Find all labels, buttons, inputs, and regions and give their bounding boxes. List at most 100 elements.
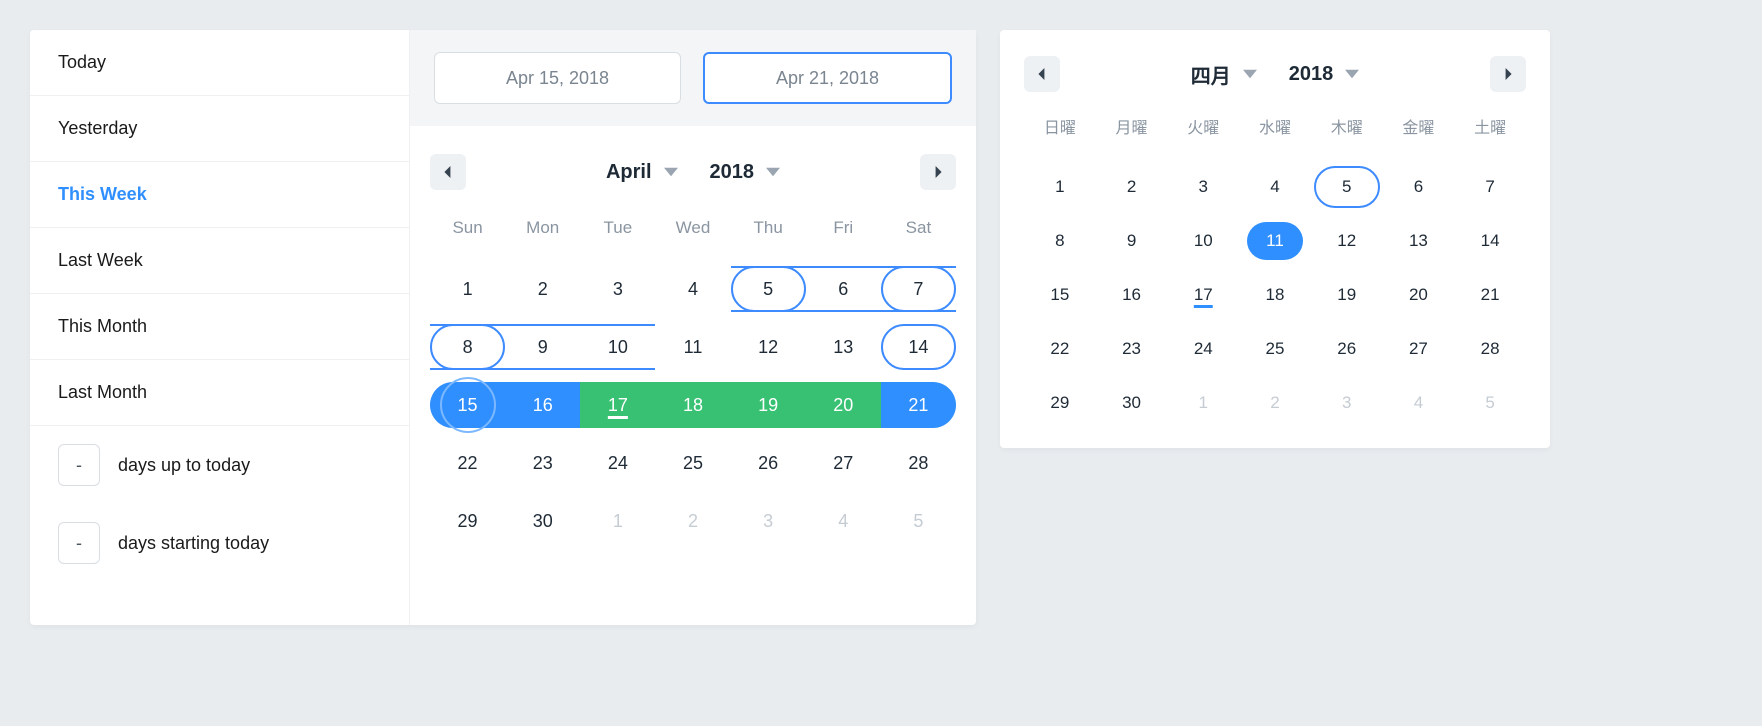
day-cell[interactable]: 29 xyxy=(1024,376,1096,430)
day-cell[interactable]: 1 xyxy=(1167,376,1239,430)
day-cell[interactable]: 27 xyxy=(806,434,881,492)
dow-header: Fri xyxy=(806,218,881,260)
day-cell[interactable]: 14 xyxy=(1454,214,1526,268)
day-cell[interactable]: 26 xyxy=(731,434,806,492)
day-cell[interactable]: 21 xyxy=(1454,268,1526,322)
day-cell[interactable]: 6 xyxy=(1383,160,1455,214)
year-select[interactable]: 2018 xyxy=(1289,63,1360,86)
day-cell[interactable]: 3 xyxy=(1311,376,1383,430)
month-label: April xyxy=(606,161,652,184)
day-cell[interactable]: 25 xyxy=(655,434,730,492)
day-cell[interactable]: 29 xyxy=(430,492,505,550)
day-cell[interactable]: 18 xyxy=(1239,268,1311,322)
prev-month-button[interactable] xyxy=(1024,56,1060,92)
day-cell[interactable]: 4 xyxy=(655,260,730,318)
chevron-right-icon xyxy=(932,166,944,178)
calendar-grid: Sun Mon Tue Wed Thu Fri Sat 1 2 3 4 5 6 … xyxy=(430,218,956,550)
month-select[interactable]: April xyxy=(606,161,678,184)
day-cell[interactable]: 3 xyxy=(731,492,806,550)
day-cell[interactable]: 20 xyxy=(806,376,881,434)
day-cell-range-end[interactable]: 21 xyxy=(881,376,956,434)
day-cell[interactable]: 3 xyxy=(1167,160,1239,214)
next-month-button[interactable] xyxy=(1490,56,1526,92)
day-cell[interactable]: 30 xyxy=(505,492,580,550)
prev-month-button[interactable] xyxy=(430,154,466,190)
preset-days-starting-today: - days starting today xyxy=(30,504,409,582)
day-cell[interactable]: 10 xyxy=(580,318,655,376)
start-date-input[interactable]: Apr 15, 2018 xyxy=(434,52,681,104)
day-cell[interactable]: 12 xyxy=(731,318,806,376)
preset-last-month[interactable]: Last Month xyxy=(30,360,409,426)
day-cell[interactable]: 26 xyxy=(1311,322,1383,376)
dow-header: Mon xyxy=(505,218,580,260)
chevron-left-icon xyxy=(442,166,454,178)
dow-header: 木曜 xyxy=(1311,114,1383,160)
day-cell[interactable]: 6 xyxy=(806,260,881,318)
day-cell[interactable]: 25 xyxy=(1239,322,1311,376)
day-cell-today[interactable]: 17 xyxy=(580,376,655,434)
month-select[interactable]: 四月 xyxy=(1191,60,1257,89)
day-cell[interactable]: 23 xyxy=(1096,322,1168,376)
day-cell-selected[interactable]: 11 xyxy=(1239,214,1311,268)
day-cell[interactable]: 19 xyxy=(731,376,806,434)
day-cell[interactable]: 3 xyxy=(580,260,655,318)
day-cell[interactable]: 20 xyxy=(1383,268,1455,322)
day-cell[interactable]: 9 xyxy=(1096,214,1168,268)
chevron-down-icon xyxy=(1243,67,1257,81)
day-cell[interactable]: 16 xyxy=(505,376,580,434)
day-cell[interactable]: 28 xyxy=(881,434,956,492)
day-cell[interactable]: 22 xyxy=(1024,322,1096,376)
day-cell[interactable]: 23 xyxy=(505,434,580,492)
day-cell[interactable]: 10 xyxy=(1167,214,1239,268)
day-cell[interactable]: 9 xyxy=(505,318,580,376)
month-year-selects: 四月 2018 xyxy=(1191,60,1360,89)
day-cell-outlined[interactable]: 5 xyxy=(1311,160,1383,214)
preset-yesterday[interactable]: Yesterday xyxy=(30,96,409,162)
day-cell[interactable]: 4 xyxy=(806,492,881,550)
day-cell[interactable]: 1 xyxy=(580,492,655,550)
day-cell-range-start[interactable]: 15 xyxy=(430,376,505,434)
year-select[interactable]: 2018 xyxy=(710,161,781,184)
day-cell[interactable]: 1 xyxy=(430,260,505,318)
end-date-input[interactable]: Apr 21, 2018 xyxy=(703,52,952,104)
day-cell[interactable]: 4 xyxy=(1239,160,1311,214)
days-count-input[interactable]: - xyxy=(58,444,100,486)
day-cell[interactable]: 19 xyxy=(1311,268,1383,322)
preset-this-week[interactable]: This Week xyxy=(30,162,409,228)
day-cell[interactable]: 5 xyxy=(881,492,956,550)
day-cell[interactable]: 18 xyxy=(655,376,730,434)
day-cell[interactable]: 2 xyxy=(655,492,730,550)
day-cell[interactable]: 2 xyxy=(505,260,580,318)
day-cell[interactable]: 24 xyxy=(1167,322,1239,376)
day-cell[interactable]: 15 xyxy=(1024,268,1096,322)
days-count-input[interactable]: - xyxy=(58,522,100,564)
day-cell[interactable]: 2 xyxy=(1096,160,1168,214)
day-cell[interactable]: 7 xyxy=(881,260,956,318)
day-cell[interactable]: 24 xyxy=(580,434,655,492)
day-cell[interactable]: 7 xyxy=(1454,160,1526,214)
preset-this-month[interactable]: This Month xyxy=(30,294,409,360)
day-cell[interactable]: 14 xyxy=(881,318,956,376)
day-cell[interactable]: 13 xyxy=(1383,214,1455,268)
day-cell[interactable]: 1 xyxy=(1024,160,1096,214)
day-cell[interactable]: 13 xyxy=(806,318,881,376)
day-cell[interactable]: 22 xyxy=(430,434,505,492)
day-cell[interactable]: 2 xyxy=(1239,376,1311,430)
day-cell[interactable]: 30 xyxy=(1096,376,1168,430)
day-cell[interactable]: 16 xyxy=(1096,268,1168,322)
day-cell-today[interactable]: 17 xyxy=(1167,268,1239,322)
day-cell[interactable]: 5 xyxy=(1454,376,1526,430)
preset-last-week[interactable]: Last Week xyxy=(30,228,409,294)
day-cell[interactable]: 12 xyxy=(1311,214,1383,268)
next-month-button[interactable] xyxy=(920,154,956,190)
day-cell[interactable]: 4 xyxy=(1383,376,1455,430)
calendar-header: April 2018 xyxy=(430,154,956,190)
dow-header: Thu xyxy=(731,218,806,260)
day-cell[interactable]: 28 xyxy=(1454,322,1526,376)
chevron-down-icon xyxy=(766,165,780,179)
chevron-down-icon xyxy=(664,165,678,179)
day-cell[interactable]: 27 xyxy=(1383,322,1455,376)
day-cell[interactable]: 8 xyxy=(1024,214,1096,268)
day-cell[interactable]: 11 xyxy=(655,318,730,376)
preset-today[interactable]: Today xyxy=(30,30,409,96)
